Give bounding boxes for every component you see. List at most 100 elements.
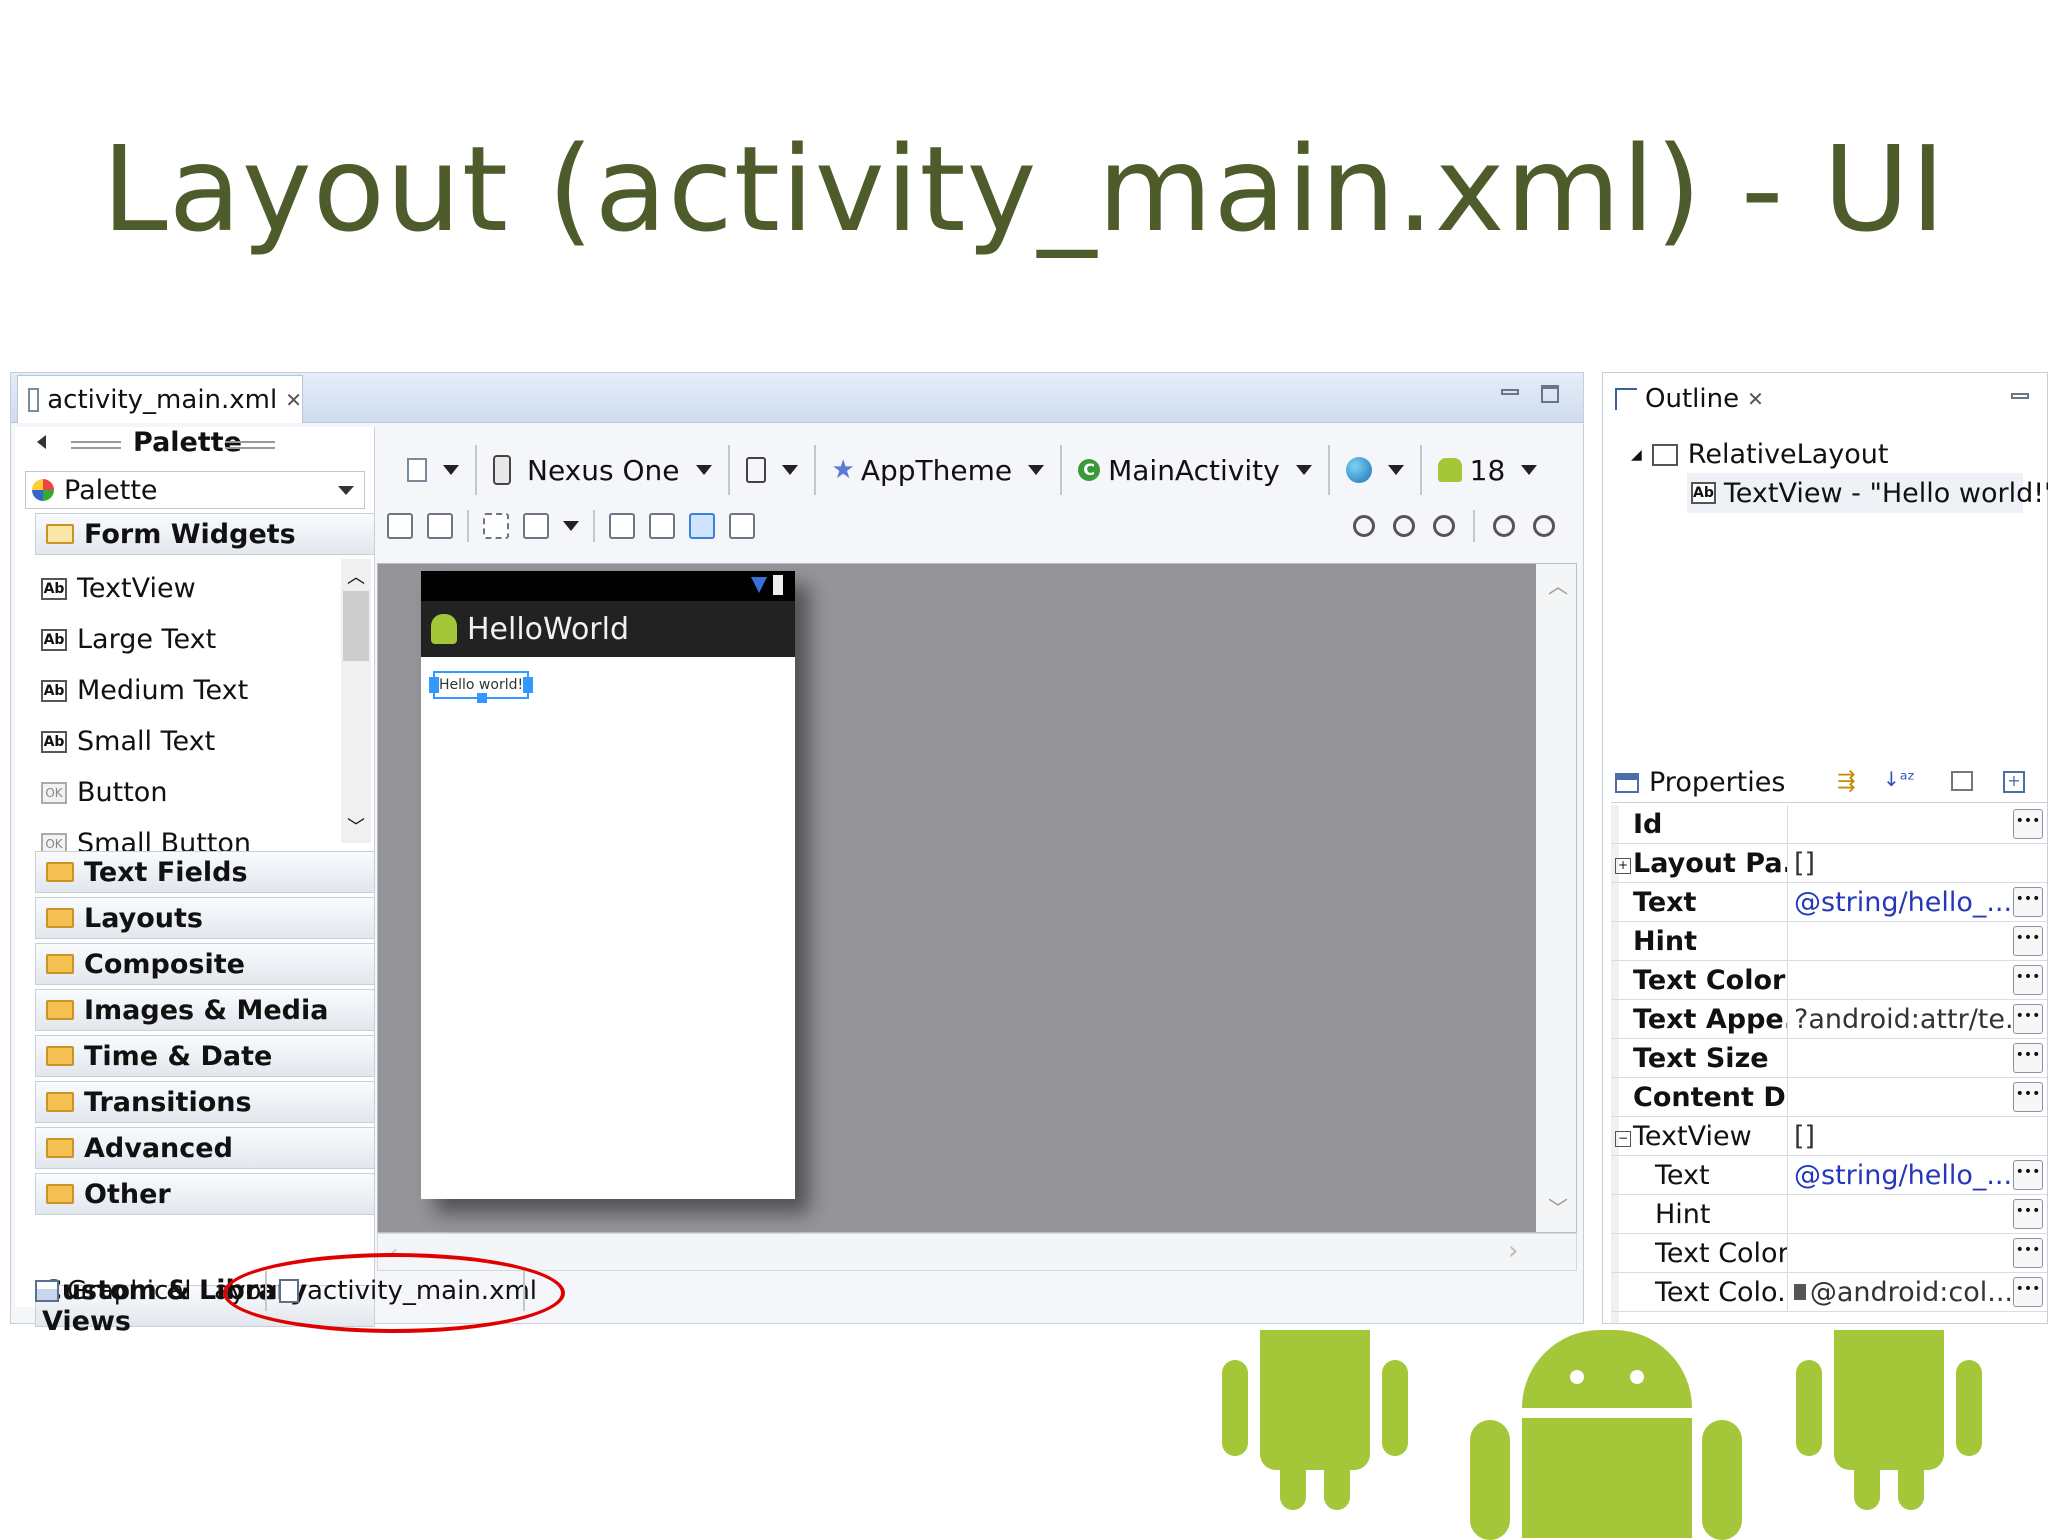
property-value[interactable]: @string/hello_... (1787, 1156, 2013, 1194)
category-advanced[interactable]: Advanced (35, 1127, 375, 1169)
property-row[interactable]: Hint ••• (1611, 1195, 2047, 1234)
device-dropdown-caret[interactable] (695, 465, 712, 475)
palette-item[interactable]: Ab TextView (41, 563, 341, 614)
tree-child-textview[interactable]: Ab TextView - "Hello world!" (1687, 473, 2048, 513)
close-tab-icon[interactable]: ✕ (1747, 387, 1764, 411)
zoom-actual-icon[interactable] (1433, 515, 1455, 537)
margins-icon[interactable] (483, 513, 509, 539)
property-value[interactable] (1787, 922, 2013, 960)
property-row[interactable]: Text @string/hello_... ••• (1611, 883, 2047, 922)
property-row[interactable]: Text Color ••• (1611, 1234, 2047, 1273)
property-value[interactable]: @string/hello_... (1787, 883, 2013, 921)
ellipsis-button[interactable]: ••• (2013, 809, 2043, 839)
category-transitions[interactable]: Transitions (35, 1081, 375, 1123)
property-row[interactable]: Text Color ••• (1611, 961, 2047, 1000)
category-time-date[interactable]: Time & Date (35, 1035, 375, 1077)
scroll-down-icon[interactable]: ﹀ (1548, 1192, 1568, 1221)
close-tab-icon[interactable]: ✕ (285, 388, 302, 412)
config-dropdown-caret[interactable] (443, 465, 459, 475)
resize-handle-left[interactable] (429, 677, 439, 693)
ellipsis-button[interactable]: ••• (2013, 1199, 2043, 1229)
tree-root[interactable]: ◢ RelativeLayout (1631, 439, 1888, 470)
palette-item[interactable]: Ab Large Text (41, 614, 341, 665)
api-dropdown-caret[interactable] (1521, 465, 1538, 475)
filter-icon[interactable]: ⇶ (1837, 769, 1855, 794)
property-value[interactable]: [] (1787, 844, 2047, 882)
maximize-icon[interactable] (1541, 385, 1559, 403)
ellipsis-button[interactable]: ••• (2013, 1004, 2043, 1034)
canvas-horizontal-scrollbar[interactable]: ‹ › (377, 1233, 1577, 1271)
palette-item[interactable]: Ab Small Text (41, 716, 341, 767)
category-text-fields[interactable]: Text Fields (35, 851, 375, 893)
file-tab[interactable]: activity_main.xml ✕ (17, 375, 303, 423)
property-row[interactable]: Text Size ••• (1611, 1039, 2047, 1078)
resize-handle-right[interactable] (523, 677, 533, 693)
category-composite[interactable]: Composite (35, 943, 375, 985)
api-level-select[interactable]: 18 (1470, 454, 1506, 487)
property-value[interactable] (1787, 1078, 2013, 1116)
theme-select[interactable]: AppTheme (861, 454, 1012, 487)
property-row[interactable]: Content D... ••• (1611, 1078, 2047, 1117)
canvas-vertical-scrollbar[interactable]: ︿ ﹀ (1536, 564, 1576, 1232)
layout-align-icon[interactable] (689, 513, 715, 539)
activity-select[interactable]: MainActivity (1108, 454, 1280, 487)
property-row[interactable]: Id ••• (1611, 805, 2047, 844)
palette-dropdown[interactable]: Palette (25, 471, 365, 509)
collapse-icon[interactable]: − (1615, 1130, 1631, 1147)
palette-item[interactable]: OK Button (41, 767, 341, 818)
palette-scrollbar[interactable]: ︿ ﹀ (341, 559, 371, 843)
expand-all-icon[interactable]: + (2003, 771, 2025, 793)
ellipsis-button[interactable]: ••• (2013, 1277, 2043, 1307)
fill-height-icon[interactable] (427, 513, 453, 539)
collapse-left-icon[interactable] (37, 435, 46, 449)
property-row[interactable]: Hint ••• (1611, 922, 2047, 961)
minimize-icon[interactable] (1501, 389, 1519, 395)
distribute-weights-icon[interactable] (609, 513, 635, 539)
property-row[interactable]: Text Colo... @android:col...••• (1611, 1273, 2047, 1312)
property-value[interactable] (1787, 805, 2013, 843)
property-row[interactable]: Text @string/hello_... ••• (1611, 1156, 2047, 1195)
ellipsis-button[interactable]: ••• (2013, 887, 2043, 917)
ellipsis-button[interactable]: ••• (2013, 1238, 2043, 1268)
palette-item[interactable]: Ab Medium Text (41, 665, 341, 716)
scroll-down-icon[interactable]: ﹀ (347, 813, 365, 839)
property-value[interactable]: [] (1787, 1117, 2047, 1155)
scroll-up-icon[interactable]: ︿ (1548, 570, 1568, 599)
property-row[interactable]: Text Appe...?android:attr/te...••• (1611, 1000, 2047, 1039)
property-value[interactable] (1787, 1039, 2013, 1077)
property-value[interactable] (1787, 1195, 2013, 1233)
property-value[interactable]: @android:col... (1787, 1273, 2013, 1311)
orientation-dropdown-caret[interactable] (781, 465, 798, 475)
minimize-icon[interactable] (2011, 393, 2029, 399)
theme-dropdown-caret[interactable] (1028, 465, 1045, 475)
activity-dropdown-caret[interactable] (1295, 465, 1312, 475)
orientation-icon[interactable] (745, 457, 766, 483)
resize-handle-bottom[interactable] (477, 693, 487, 703)
fill-width-icon[interactable] (387, 513, 413, 539)
zoom-minus-icon[interactable] (1493, 515, 1515, 537)
locale-dropdown-caret[interactable] (1387, 465, 1404, 475)
ellipsis-button[interactable]: ••• (2013, 965, 2043, 995)
property-value[interactable] (1787, 1234, 2013, 1272)
advanced-icon[interactable] (1951, 771, 1973, 791)
category-images-media[interactable]: Images & Media (35, 989, 375, 1031)
scroll-up-icon[interactable]: ︿ (347, 563, 365, 589)
chevron-down-icon[interactable] (338, 486, 354, 495)
device-select[interactable]: Nexus One (527, 454, 680, 487)
tree-expanded-icon[interactable]: ◢ (1631, 447, 1642, 463)
ellipsis-button[interactable]: ••• (2013, 1160, 2043, 1190)
zoom-plus-icon[interactable] (1533, 515, 1555, 537)
zoom-fit-icon[interactable] (1393, 515, 1415, 537)
clear-weights-icon[interactable] (649, 513, 675, 539)
category-layouts[interactable]: Layouts (35, 897, 375, 939)
scroll-right-icon[interactable]: › (1508, 1236, 1518, 1266)
outline-tab[interactable]: Outline ✕ (1615, 379, 1764, 419)
ellipsis-button[interactable]: ••• (2013, 926, 2043, 956)
baseline-align-icon[interactable] (729, 513, 755, 539)
property-value[interactable]: ?android:attr/te... (1787, 1000, 2013, 1038)
gravity-dropdown-caret[interactable] (563, 521, 579, 531)
property-row[interactable]: +Layout Pa...[] (1611, 844, 2047, 883)
property-value[interactable] (1787, 961, 2013, 999)
property-row[interactable]: − TextView[] (1611, 1117, 2047, 1156)
ellipsis-button[interactable]: ••• (2013, 1043, 2043, 1073)
